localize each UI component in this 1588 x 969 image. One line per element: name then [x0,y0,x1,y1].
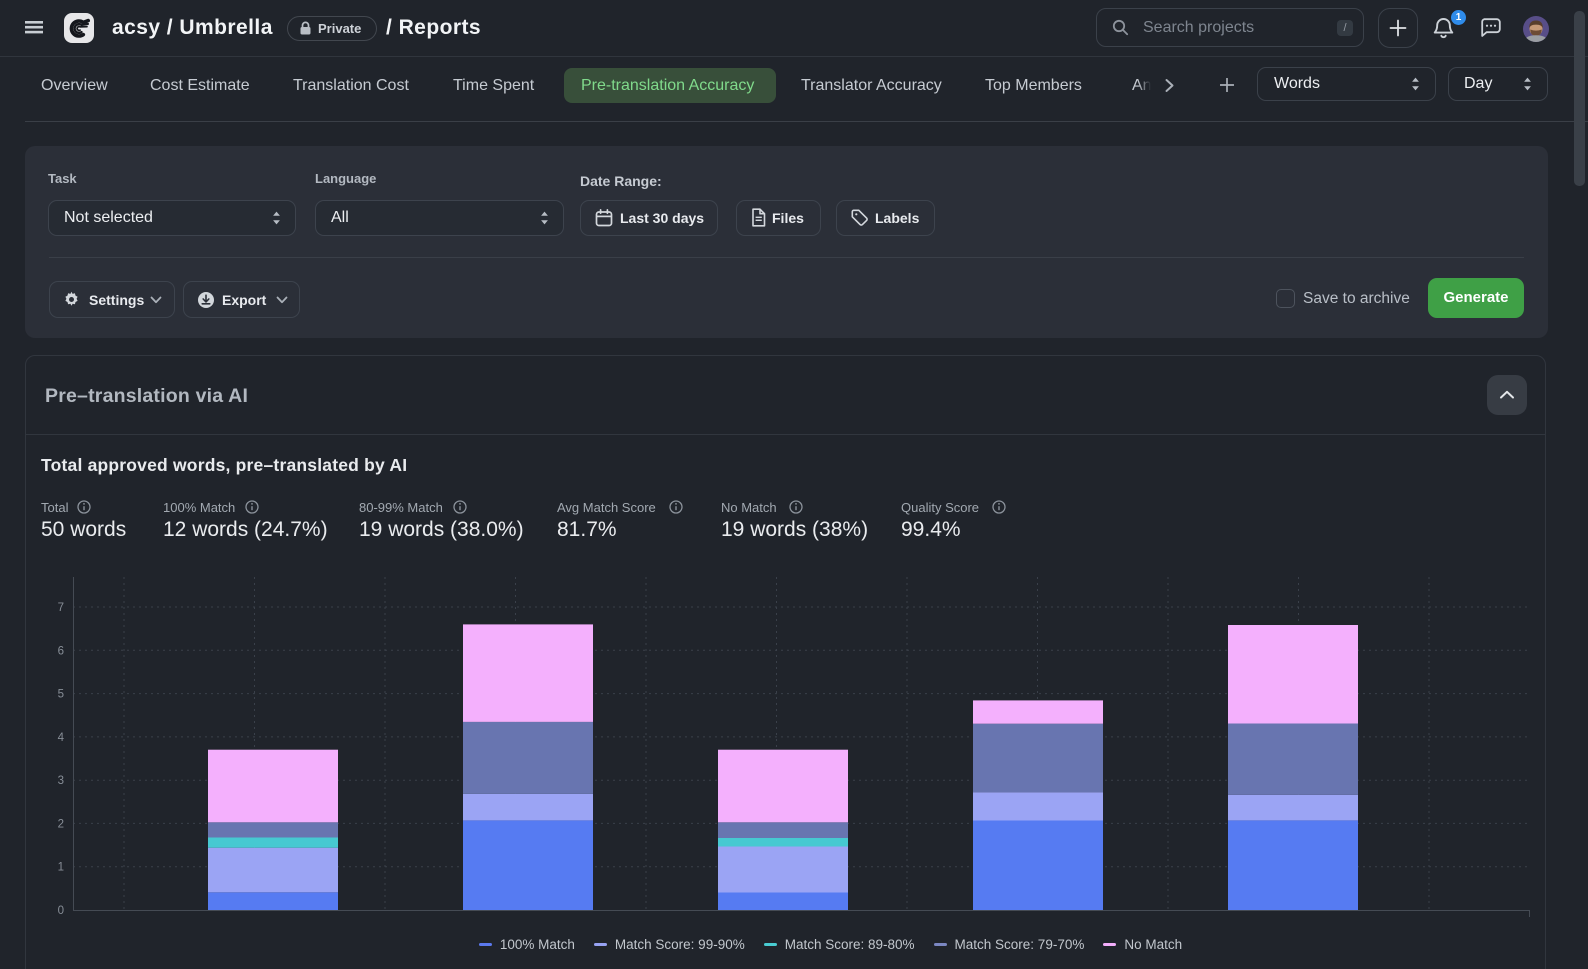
svg-text:0: 0 [58,905,64,917]
svg-text:1: 1 [58,862,64,874]
svg-text:5: 5 [58,689,64,701]
svg-text:4: 4 [58,732,65,744]
svg-text:3: 3 [58,775,64,787]
svg-text:6: 6 [58,645,64,657]
svg-text:2: 2 [58,818,64,830]
svg-text:7: 7 [58,602,64,614]
